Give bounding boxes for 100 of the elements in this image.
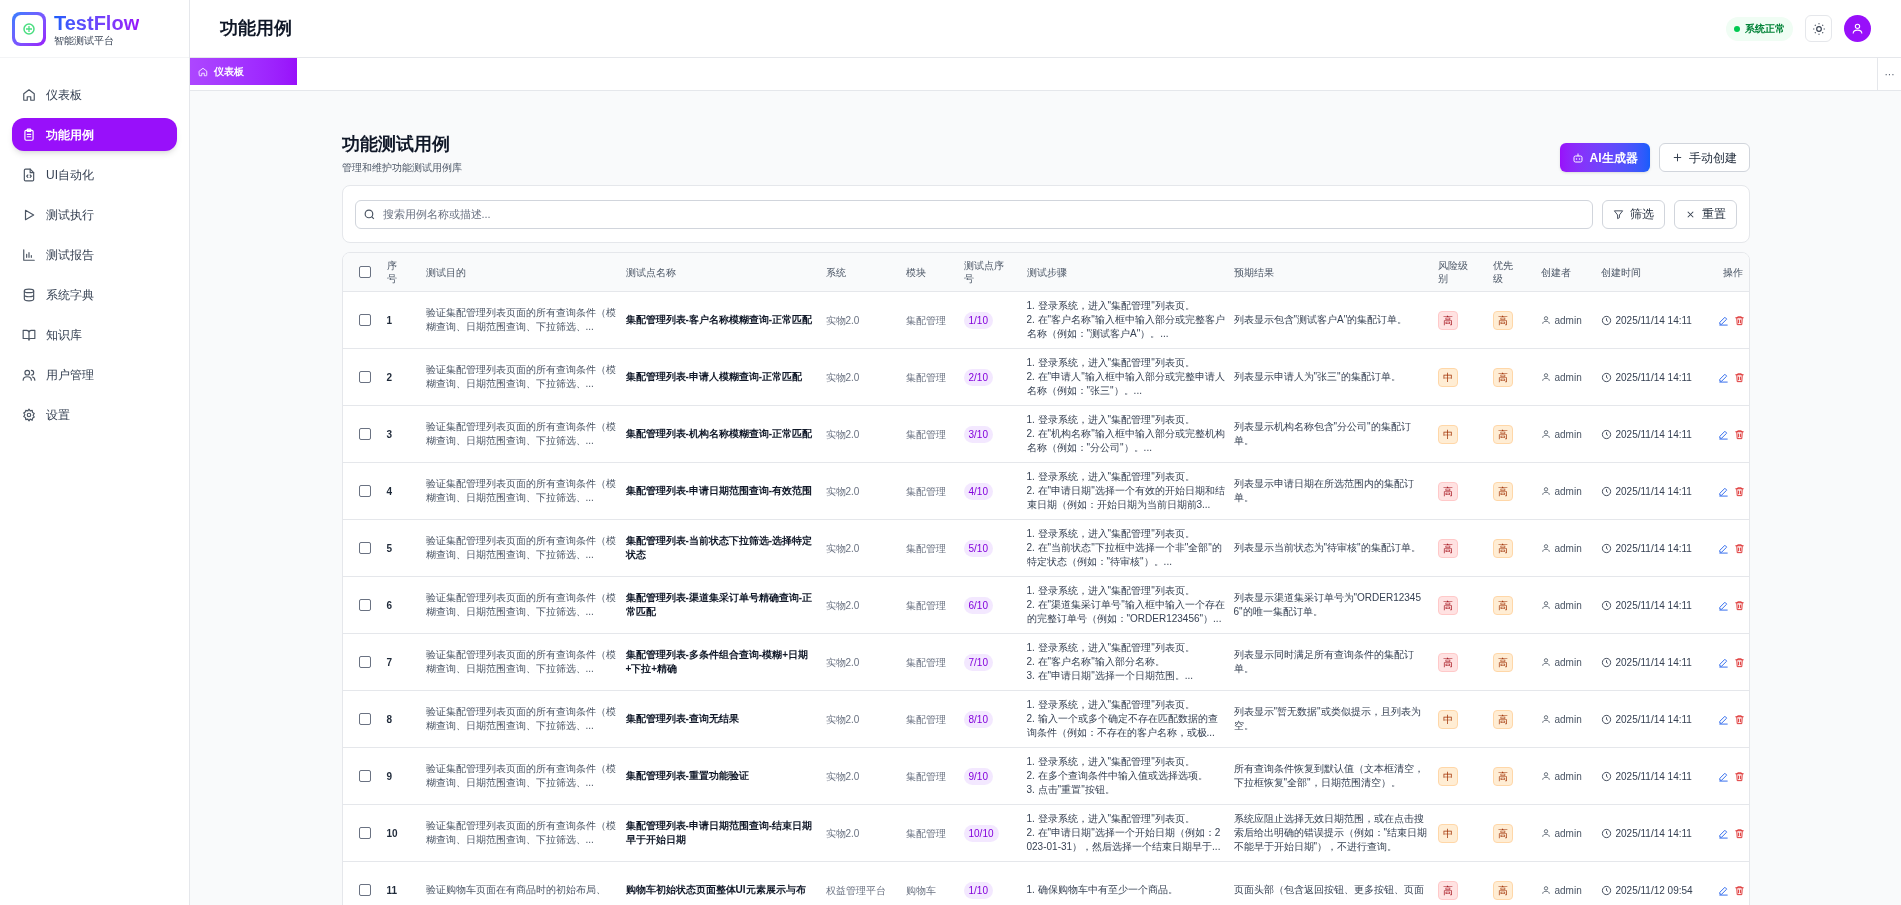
checkbox[interactable]: [358, 827, 371, 839]
delete-button[interactable]: [1733, 713, 1745, 725]
tab[interactable]: 仪表板: [190, 58, 297, 85]
system-name: 权益管理平台: [825, 883, 886, 898]
delete-button[interactable]: [1733, 314, 1745, 326]
column-header: 预期结果: [1233, 265, 1274, 279]
creator-name: admin: [1554, 427, 1582, 442]
delete-button[interactable]: [1733, 770, 1745, 782]
checkbox[interactable]: [358, 266, 371, 278]
checkbox[interactable]: [358, 485, 371, 497]
settings-icon: [22, 407, 36, 422]
logo-icon: [12, 11, 46, 46]
test-point-name: 集配管理列表-多条件组合查询-模糊+日期+下拉+精确: [625, 648, 809, 676]
play-icon: [22, 207, 36, 222]
module-name: 集配管理: [905, 826, 946, 841]
pencil-icon: [1717, 485, 1729, 497]
point-index-tag: 8/10: [963, 710, 993, 728]
row-number: 8: [386, 712, 393, 727]
checkbox[interactable]: [358, 314, 371, 326]
ai-generator-button[interactable]: AI生成器: [1559, 143, 1650, 172]
priority-tag: 高: [1492, 652, 1513, 672]
point-index-tag: 6/10: [963, 596, 993, 614]
sidebar-item[interactable]: 用户管理: [12, 358, 177, 391]
trash-icon: [1733, 371, 1745, 383]
code-file-icon: [22, 167, 36, 182]
system-name: 实物2.0: [825, 484, 860, 499]
sidebar-item[interactable]: 知识库: [12, 318, 177, 351]
database-icon: [22, 287, 36, 302]
checkbox[interactable]: [358, 599, 371, 611]
avatar-button[interactable]: [1844, 15, 1871, 42]
row-number: 5: [386, 541, 393, 556]
delete-button[interactable]: [1733, 485, 1745, 497]
sidebar-item[interactable]: 系统字典: [12, 278, 177, 311]
search-icon: [362, 207, 376, 221]
checkbox[interactable]: [358, 656, 371, 668]
expected-result: 列表显示机构名称包含"分公司"的集配订单。: [1233, 420, 1412, 448]
checkbox[interactable]: [358, 428, 371, 440]
trash-icon: [1733, 656, 1745, 668]
test-point-name: 集配管理列表-申请日期范围查询-有效范围: [625, 484, 813, 498]
test-purpose: 验证集配管理列表页面的所有查询条件（模糊查询、日期范围查询、下拉筛选、...: [425, 819, 617, 847]
sidebar-item[interactable]: 功能用例: [12, 118, 177, 151]
sidebar-item[interactable]: 仪表板: [12, 78, 177, 111]
delete-button[interactable]: [1733, 884, 1745, 896]
delete-button[interactable]: [1733, 599, 1745, 611]
expected-result: 列表显示申请日期在所选范围内的集配订单。: [1233, 477, 1415, 505]
sidebar-item[interactable]: 测试报告: [12, 238, 177, 271]
delete-button[interactable]: [1733, 371, 1745, 383]
delete-button[interactable]: [1733, 542, 1745, 554]
create-button[interactable]: 手动创建: [1658, 143, 1750, 172]
sidebar-item[interactable]: 设置: [12, 398, 177, 431]
edit-button[interactable]: [1717, 656, 1729, 668]
edit-button[interactable]: [1717, 371, 1729, 383]
delete-button[interactable]: [1733, 428, 1745, 440]
pencil-icon: [1717, 827, 1729, 839]
reset-button[interactable]: 重置: [1673, 199, 1737, 229]
filter-button[interactable]: 筛选: [1601, 199, 1665, 229]
priority-tag: 高: [1492, 766, 1513, 786]
test-steps: 1. 登录系统，进入"集配管理"列表页。 2. 在"渠道集采订单号"输入框中输入一个存在的完整订单号（例如："ORDER123456"）...: [1026, 584, 1226, 626]
system-name: 实物2.0: [825, 598, 860, 613]
user-icon: [1540, 372, 1551, 382]
edit-button[interactable]: [1717, 884, 1729, 896]
checkbox[interactable]: [358, 542, 371, 554]
creator-name: admin: [1554, 769, 1582, 784]
delete-button[interactable]: [1733, 656, 1745, 668]
test-purpose: 验证集配管理列表页面的所有查询条件（模糊查询、日期范围查询、下拉筛选、...: [425, 648, 617, 676]
checkbox[interactable]: [358, 884, 371, 896]
checkbox[interactable]: [358, 770, 371, 782]
priority-tag: 高: [1492, 481, 1513, 501]
more-button[interactable]: ···: [1877, 58, 1901, 90]
checkbox[interactable]: [358, 713, 371, 725]
created-time: 2025/11/14 14:11: [1615, 541, 1692, 556]
edit-button[interactable]: [1717, 599, 1729, 611]
risk-level-tag: 高: [1437, 880, 1458, 900]
sidebar-item[interactable]: UI自动化: [12, 158, 177, 191]
sidebar-item[interactable]: 测试执行: [12, 198, 177, 231]
search-field[interactable]: 搜索用例名称或描述...: [354, 199, 1593, 229]
edit-button[interactable]: [1717, 428, 1729, 440]
checkbox[interactable]: [358, 371, 371, 383]
risk-level-tag: 中: [1437, 709, 1458, 729]
edit-button[interactable]: [1717, 770, 1729, 782]
column-header: 优先级: [1492, 259, 1514, 285]
edit-button[interactable]: [1717, 827, 1729, 839]
clock-icon: [1600, 542, 1612, 554]
test-purpose: 验证集配管理列表页面的所有查询条件（模糊查询、日期范围查询、下拉筛选、...: [425, 705, 617, 733]
edit-button[interactable]: [1717, 542, 1729, 554]
delete-button[interactable]: [1733, 827, 1745, 839]
expected-result: 页面头部（包含返回按钮、更多按钮、页面: [1233, 883, 1424, 897]
expected-result: 列表显示同时满足所有查询条件的集配订单。: [1233, 648, 1415, 676]
edit-button[interactable]: [1717, 314, 1729, 326]
column-header: 风险级别: [1437, 259, 1469, 285]
user-icon: [1540, 600, 1551, 610]
system-name: 实物2.0: [825, 769, 860, 784]
theme-toggle-button[interactable]: [1805, 15, 1832, 42]
module-name: 集配管理: [905, 427, 946, 442]
sun-icon: [1811, 21, 1826, 36]
edit-button[interactable]: [1717, 485, 1729, 497]
test-purpose: 验证集配管理列表页面的所有查询条件（模糊查询、日期范围查询、下拉筛选、...: [425, 591, 617, 619]
point-index-tag: 5/10: [963, 539, 993, 557]
edit-button[interactable]: [1717, 713, 1729, 725]
clock-icon: [1600, 656, 1612, 668]
